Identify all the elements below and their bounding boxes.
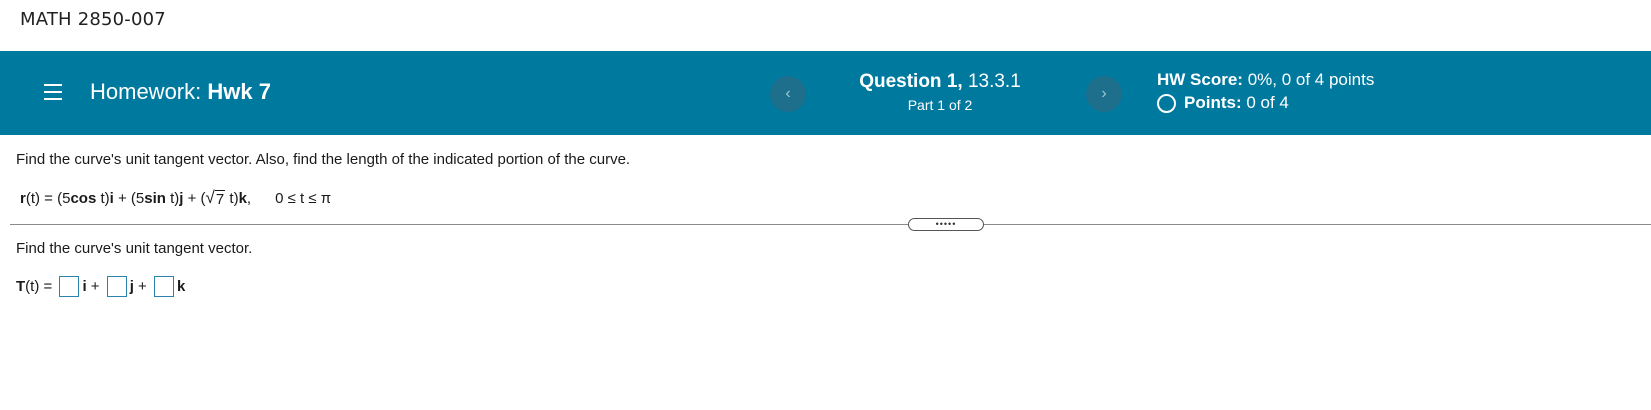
- square-root: √ 7: [205, 188, 226, 208]
- next-question-button[interactable]: ›: [1086, 76, 1122, 112]
- sub-question-prompt: Find the curve's unit tangent vector.: [16, 240, 253, 257]
- section-divider: [10, 224, 1651, 225]
- question-section: 13.3.1: [967, 71, 1021, 92]
- question-part: Part 1 of 2: [907, 97, 973, 113]
- answer-input-j[interactable]: [106, 276, 127, 297]
- answer-row: T (t) = i + j + k: [16, 276, 186, 297]
- points-value: 0 of 4: [1246, 93, 1289, 112]
- homework-name: Hwk 7: [207, 79, 271, 104]
- answer-input-i[interactable]: [59, 276, 80, 297]
- hamburger-menu-icon[interactable]: [44, 84, 62, 100]
- answer-input-k[interactable]: [154, 276, 174, 297]
- homework-banner: Homework: Hwk 7 ‹ Question 1, 13.3.1 Par…: [0, 51, 1651, 135]
- points-label: Points:: [1184, 93, 1242, 112]
- hw-score: HW Score: 0%, 0 of 4 points: [1157, 70, 1374, 90]
- course-title: MATH 2850-007: [20, 9, 166, 30]
- question-prompt: Find the curve's unit tangent vector. Al…: [16, 151, 631, 168]
- question-label: Question 1,: [859, 71, 963, 92]
- points-status: Points: 0 of 4: [1157, 93, 1289, 113]
- question-title: Question 1, 13.3.1: [820, 71, 1060, 93]
- homework-title: Homework: Hwk 7: [90, 79, 271, 105]
- parameter-range: 0 ≤ t ≤ π: [275, 189, 332, 207]
- curve-formula: r (t) = (5 cos t) i + (5 sin t) j + (√ 7 t) k, 0…: [20, 188, 332, 208]
- hw-score-value: 0%, 0 of 4 points: [1247, 70, 1375, 89]
- expand-collapse-handle[interactable]: •••••: [908, 218, 984, 231]
- points-status-icon: [1157, 93, 1176, 113]
- hw-score-label: HW Score:: [1157, 70, 1243, 89]
- homework-prefix: Homework:: [90, 79, 202, 104]
- previous-question-button[interactable]: ‹: [770, 76, 806, 112]
